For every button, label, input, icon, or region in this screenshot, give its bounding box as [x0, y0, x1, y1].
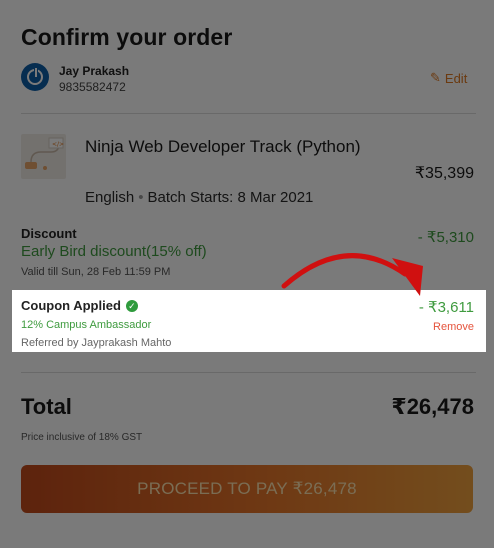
annotation-arrow-icon: [281, 253, 423, 296]
